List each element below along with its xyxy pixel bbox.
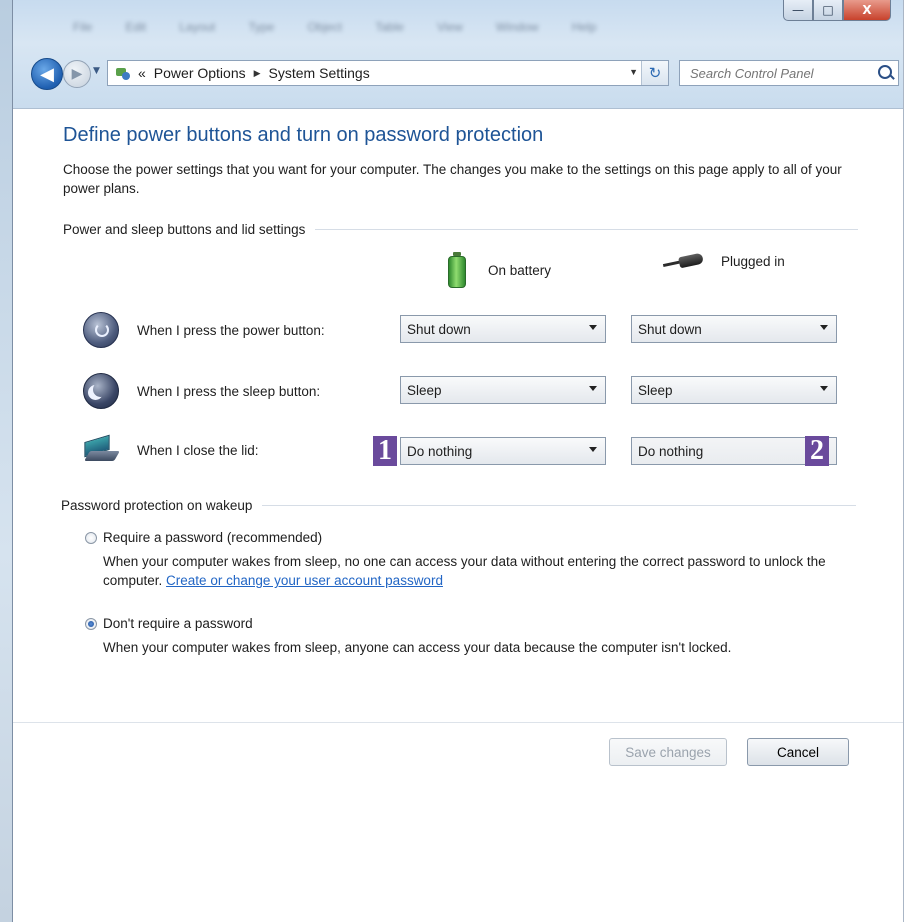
- no-password-label[interactable]: Don't require a password: [103, 616, 253, 631]
- column-plugged-in: Plugged in: [662, 252, 785, 270]
- window-controls: — □ X: [783, 0, 891, 21]
- close-lid-battery-select[interactable]: Do nothing: [400, 437, 606, 465]
- section-divider: [315, 229, 858, 230]
- breadcrumb: « Power Options ▶ System Settings: [138, 65, 370, 81]
- menu-item-edit[interactable]: Edit: [125, 20, 146, 34]
- menu-item-layout[interactable]: Layout: [179, 20, 215, 34]
- close-lid-row: When I close the lid:: [83, 434, 259, 464]
- power-button-label: When I press the power button:: [137, 322, 325, 338]
- no-password-radio[interactable]: [85, 617, 97, 630]
- power-button-row: When I press the power button:: [83, 312, 325, 348]
- power-button-battery-value: Shut down: [407, 321, 471, 337]
- search-box[interactable]: [679, 60, 899, 86]
- title-bar: File Edit Layout Type Object Table View …: [13, 0, 903, 109]
- power-button-plugged-select[interactable]: Shut down: [631, 315, 837, 343]
- callout-marker-1: 1: [373, 436, 397, 466]
- back-arrow-icon: ◀: [40, 63, 54, 85]
- require-password-label[interactable]: Require a password (recommended): [103, 530, 322, 545]
- laptop-lid-icon: [83, 434, 120, 464]
- column-plugged-in-label: Plugged in: [721, 253, 785, 269]
- page-title: Define power buttons and turn on passwor…: [63, 124, 544, 146]
- breadcrumb-system-settings[interactable]: System Settings: [269, 65, 370, 81]
- menu-item-table[interactable]: Table: [375, 20, 404, 34]
- search-icon[interactable]: [878, 65, 892, 79]
- sleep-button-plugged-select[interactable]: Sleep: [631, 376, 837, 404]
- power-button-battery-select[interactable]: Shut down: [400, 315, 606, 343]
- sleep-button-plugged-value: Sleep: [638, 382, 673, 398]
- address-dropdown-icon[interactable]: ▼: [629, 67, 638, 77]
- close-lid-battery-value: Do nothing: [407, 443, 473, 459]
- menu-item-object[interactable]: Object: [307, 20, 342, 34]
- sleep-button-row: When I press the sleep button:: [83, 373, 320, 409]
- no-password-description: When your computer wakes from sleep, any…: [103, 640, 732, 655]
- breadcrumb-overflow[interactable]: «: [138, 65, 146, 81]
- power-button-icon: [83, 312, 119, 348]
- require-password-description: When your computer wakes from sleep, no …: [103, 552, 863, 590]
- minimize-button[interactable]: —: [783, 0, 813, 21]
- chevron-down-icon: [820, 386, 828, 391]
- refresh-button[interactable]: ↻: [641, 61, 668, 85]
- refresh-icon: ↻: [648, 65, 662, 82]
- forward-button[interactable]: ▶: [63, 60, 91, 88]
- sleep-button-icon: [83, 373, 119, 409]
- require-password-radio[interactable]: [85, 531, 97, 544]
- navigation-bar: ◀ ▶ ▼ « Power Options ▶ System Settings …: [21, 58, 899, 90]
- address-bar[interactable]: « Power Options ▶ System Settings ▼ ↻: [107, 60, 669, 86]
- no-password-option[interactable]: Don't require a password: [85, 616, 253, 631]
- page-intro: Choose the power settings that you want …: [63, 162, 842, 196]
- cancel-button[interactable]: Cancel: [747, 738, 849, 766]
- footer-divider: [13, 722, 903, 723]
- search-input[interactable]: [688, 64, 872, 82]
- sleep-button-battery-select[interactable]: Sleep: [400, 376, 606, 404]
- menu-item-type[interactable]: Type: [248, 20, 274, 34]
- callout-marker-2: 2: [805, 436, 829, 466]
- close-lid-plugged-value: Do nothing: [638, 443, 704, 459]
- sleep-button-battery-value: Sleep: [407, 382, 442, 398]
- battery-icon: [448, 252, 466, 288]
- password-section-title: Password protection on wakeup: [61, 498, 253, 513]
- password-section-heading: Password protection on wakeup: [61, 498, 856, 513]
- buttons-section-title: Power and sleep buttons and lid settings: [63, 222, 306, 237]
- menu-item-help[interactable]: Help: [572, 20, 597, 34]
- chevron-down-icon: [589, 325, 597, 330]
- column-on-battery: On battery: [448, 252, 551, 288]
- change-password-link[interactable]: Create or change your user account passw…: [166, 573, 443, 588]
- menu-item-view[interactable]: View: [437, 20, 463, 34]
- close-lid-label: When I close the lid:: [137, 442, 259, 458]
- chevron-down-icon: [820, 325, 828, 330]
- control-panel-icon: [114, 66, 132, 80]
- back-button[interactable]: ◀: [31, 58, 63, 90]
- column-on-battery-label: On battery: [488, 262, 552, 278]
- menu-item-window[interactable]: Window: [496, 20, 539, 34]
- save-changes-button[interactable]: Save changes: [609, 738, 727, 766]
- chevron-down-icon: [589, 447, 597, 452]
- recent-pages-dropdown[interactable]: ▼: [93, 66, 100, 76]
- buttons-section-heading: Power and sleep buttons and lid settings: [63, 222, 858, 237]
- desktop-edge: [0, 0, 12, 922]
- power-plug-icon: [662, 252, 707, 270]
- power-button-plugged-value: Shut down: [638, 321, 702, 337]
- breadcrumb-power-options[interactable]: Power Options: [154, 65, 246, 81]
- menu-item-file[interactable]: File: [73, 20, 92, 34]
- forward-arrow-icon: ▶: [71, 66, 83, 82]
- sleep-button-label: When I press the sleep button:: [137, 383, 321, 399]
- close-button[interactable]: X: [843, 0, 891, 21]
- chevron-down-icon: [589, 386, 597, 391]
- breadcrumb-separator-icon[interactable]: ▶: [254, 68, 261, 79]
- menu-bar: File Edit Layout Type Object Table View …: [73, 16, 773, 38]
- maximize-button[interactable]: □: [813, 0, 843, 21]
- require-password-option[interactable]: Require a password (recommended): [85, 530, 322, 545]
- section-divider: [262, 505, 856, 506]
- control-panel-window: File Edit Layout Type Object Table View …: [12, 0, 904, 922]
